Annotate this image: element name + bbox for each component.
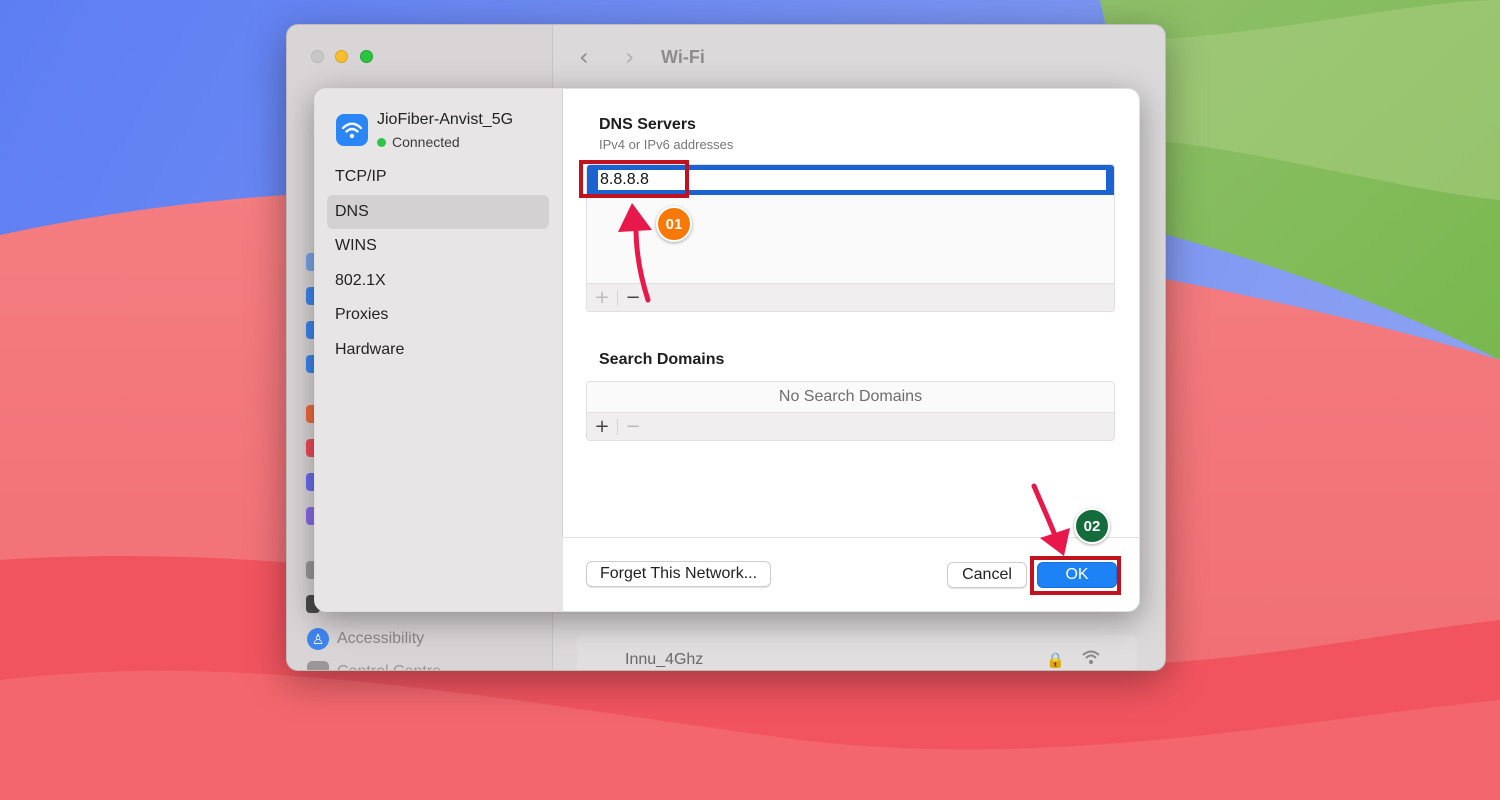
search-domains-heading: Search Domains: [599, 351, 725, 368]
menu-item-label: 802.1X: [335, 271, 386, 289]
search-list-toolbar: + −: [587, 412, 1114, 440]
details-sidebar: JioFiber-Anvist_5G Connected TCP/IP DNS …: [315, 89, 563, 611]
accessibility-icon: ♙: [307, 628, 329, 650]
menu-item-tcpip[interactable]: TCP/IP: [327, 160, 549, 194]
dns-servers-heading: DNS Servers: [599, 116, 696, 133]
cancel-button[interactable]: Cancel: [947, 562, 1027, 588]
menu-item-label: Hardware: [335, 340, 405, 358]
sidebar-item-label: Control Centre: [337, 663, 441, 670]
status-dot-icon: [377, 137, 386, 147]
highlight-dns-value: [579, 160, 689, 198]
network-details-sheet: JioFiber-Anvist_5G Connected TCP/IP DNS …: [314, 88, 1140, 612]
menu-item-label: WINS: [335, 237, 377, 254]
known-network-row[interactable]: Innu_4Ghz 🔒: [577, 635, 1137, 670]
search-domains-empty: No Search Domains: [587, 382, 1114, 412]
sidebar-item-label: Accessibility: [337, 630, 425, 647]
dns-list-toolbar: + −: [587, 283, 1114, 311]
connection-status-label: Connected: [392, 134, 460, 150]
zoom-window-button[interactable]: [360, 50, 373, 63]
dns-servers-subtitle: IPv4 or IPv6 addresses: [599, 137, 734, 152]
menu-item-dns[interactable]: DNS: [327, 194, 549, 229]
menu-item-wins[interactable]: WINS: [327, 229, 549, 263]
forward-chevron-icon[interactable]: ›: [625, 43, 635, 71]
remove-search-domain-button[interactable]: −: [618, 413, 648, 441]
menu-item-label: TCP/IP: [335, 168, 387, 185]
sidebar-item-control-centre[interactable]: Control Centre: [307, 661, 441, 670]
close-window-button[interactable]: [311, 50, 324, 63]
network-name: JioFiber-Anvist_5G: [377, 111, 514, 128]
remove-dns-button[interactable]: −: [618, 284, 648, 312]
lock-icon: 🔒: [1046, 651, 1065, 669]
sheet-footer-left: Forget This Network...: [315, 537, 771, 611]
connection-status: Connected: [377, 134, 460, 150]
add-search-domain-button[interactable]: +: [587, 413, 617, 441]
control-centre-icon: [307, 661, 329, 670]
back-chevron-icon[interactable]: ‹: [579, 43, 589, 71]
menu-item-proxies[interactable]: Proxies: [327, 298, 549, 332]
network-name: Innu_4Ghz: [625, 651, 704, 668]
search-domains-list: No Search Domains + −: [586, 381, 1115, 441]
forget-network-button[interactable]: Forget This Network...: [586, 561, 771, 587]
step-badge-2: 02: [1074, 508, 1110, 544]
window-title: Wi-Fi: [661, 47, 705, 67]
step-badge-1: 01: [656, 206, 692, 242]
highlight-ok-button: [1030, 556, 1121, 595]
sidebar-item-accessibility[interactable]: ♙ Accessibility: [307, 628, 424, 650]
menu-item-label: DNS: [335, 202, 369, 220]
menu-item-8021x[interactable]: 802.1X: [327, 264, 549, 298]
wifi-icon: [336, 114, 368, 146]
minimize-window-button[interactable]: [335, 50, 348, 63]
wifi-signal-icon: [1082, 650, 1100, 664]
menu-item-hardware[interactable]: Hardware: [327, 333, 549, 367]
details-menu: TCP/IP DNS WINS 802.1X Proxies Hardware: [327, 160, 549, 367]
add-dns-button[interactable]: +: [587, 284, 617, 312]
menu-item-label: Proxies: [335, 306, 389, 323]
